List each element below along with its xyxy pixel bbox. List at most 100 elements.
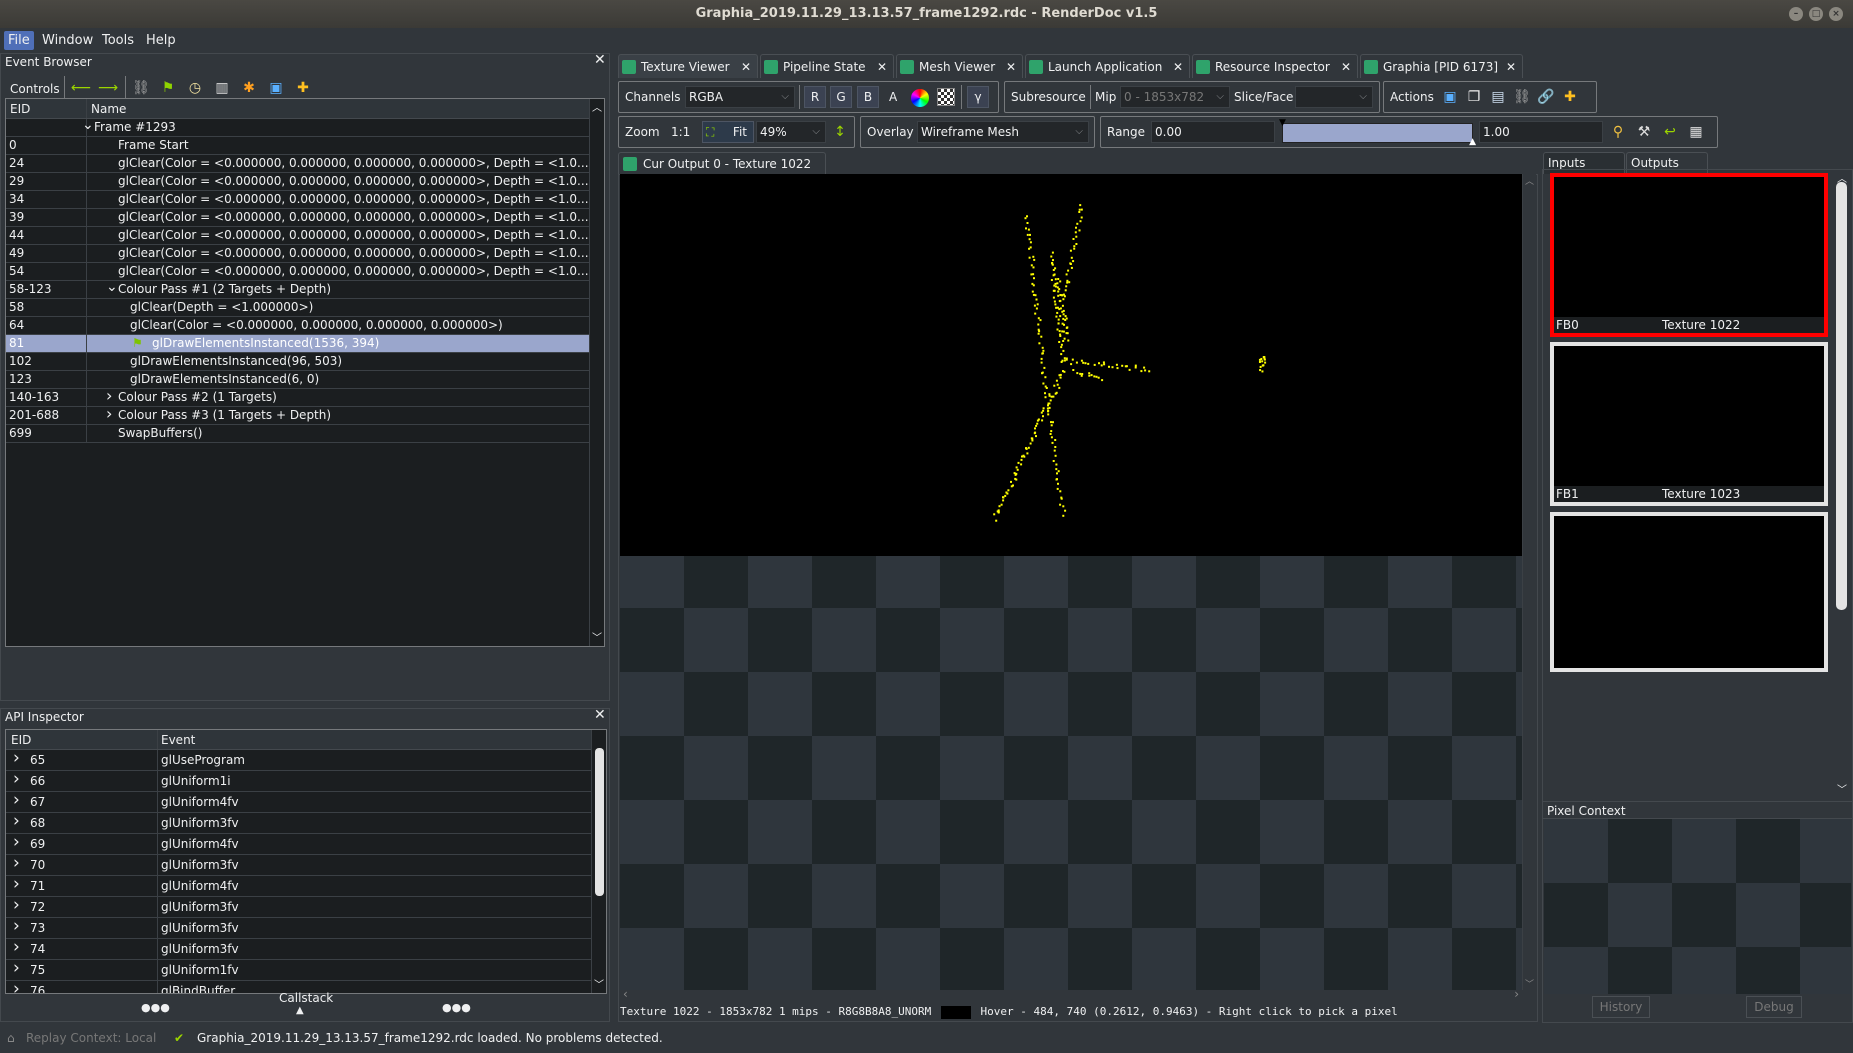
open-file-icon[interactable]: ▤: [1488, 86, 1508, 108]
zoom-range-icon[interactable]: ⚲: [1608, 121, 1628, 143]
close-tab-icon[interactable]: ✕: [1173, 55, 1183, 79]
api-row[interactable]: › 72 glUniform3fv: [6, 897, 591, 918]
zoom-select[interactable]: 49% ⌵: [756, 121, 826, 143]
tab-cur-output[interactable]: Cur Output 0 - Texture 1022: [618, 152, 826, 175]
close-tab-icon[interactable]: ✕: [1506, 55, 1516, 79]
tab-mesh-viewer[interactable]: Mesh Viewer ✕: [896, 54, 1023, 78]
expand-up-icon[interactable]: ▲: [296, 1005, 304, 1016]
auto-range-icon[interactable]: ⚒: [1634, 121, 1654, 143]
chevron-right-icon[interactable]: ›: [13, 960, 20, 978]
chevron-right-icon[interactable]: ›: [106, 407, 112, 422]
color-wheel-icon[interactable]: [911, 89, 929, 107]
green-channel-toggle[interactable]: G: [830, 86, 852, 108]
callstack-label[interactable]: Callstack: [279, 991, 333, 1005]
channels-select[interactable]: RGBA ⌵: [685, 86, 795, 108]
api-row[interactable]: › 66 glUniform1i: [6, 771, 591, 792]
event-row[interactable]: 39 glClear(Color = <0.000000, 0.000000, 0…: [6, 209, 589, 227]
scroll-left-icon[interactable]: ‹: [623, 987, 628, 1001]
reset-range-icon[interactable]: ↩: [1660, 121, 1680, 143]
api-row[interactable]: › 71 glUniform4fv: [6, 876, 591, 897]
event-row[interactable]: 24 glClear(Color = <0.000000, 0.000000, 0…: [6, 155, 589, 173]
event-row[interactable]: 699 SwapBuffers(): [6, 425, 589, 443]
api-row[interactable]: › 74 glUniform3fv: [6, 939, 591, 960]
scroll-down-icon[interactable]: ﹀: [592, 629, 602, 644]
scroll-right-icon[interactable]: ›: [1514, 987, 1519, 1001]
event-row[interactable]: 29 glClear(Color = <0.000000, 0.000000, 0…: [6, 173, 589, 191]
output-thumbnail[interactable]: FB0 Texture 1022: [1550, 173, 1828, 337]
scroll-down-icon[interactable]: ﹀: [1525, 977, 1534, 990]
chevron-right-icon[interactable]: ›: [13, 918, 20, 936]
scroll-up-icon[interactable]: ︿: [592, 99, 602, 114]
event-row[interactable]: 0 Frame Start: [6, 137, 589, 155]
event-row[interactable]: 58 glClear(Depth = <1.000000>): [6, 299, 589, 317]
range-max-handle[interactable]: ▲: [1469, 137, 1476, 147]
binoculars-icon[interactable]: ⛓: [1512, 86, 1532, 108]
slice-face-select[interactable]: ⌵: [1295, 86, 1373, 108]
histogram-icon[interactable]: ▦: [1686, 121, 1706, 143]
event-tree-scrollbar[interactable]: ︿ ﹀: [589, 99, 604, 646]
close-icon[interactable]: ✕: [594, 52, 606, 68]
blue-channel-toggle[interactable]: B: [857, 86, 879, 108]
column-eid[interactable]: EID: [11, 730, 31, 750]
tab-graphia-pid-6173[interactable]: Graphia [PID 6173] ✕: [1360, 54, 1523, 78]
history-button[interactable]: History: [1592, 996, 1650, 1018]
chevron-right-icon[interactable]: ›: [106, 389, 112, 404]
close-tab-icon[interactable]: ✕: [741, 55, 751, 79]
texture-canvas[interactable]: [620, 174, 1522, 990]
binoculars-icon[interactable]: ⛓: [131, 77, 151, 99]
column-event[interactable]: Event: [161, 730, 195, 750]
timer-icon[interactable]: ◷: [185, 77, 205, 99]
tab-pipeline-state[interactable]: Pipeline State ✕: [760, 54, 894, 78]
event-row[interactable]: 81 ⚑ glDrawElementsInstanced(1536, 394): [6, 335, 589, 353]
statistics-icon[interactable]: ▥: [212, 77, 232, 99]
event-row[interactable]: 123 glDrawElementsInstanced(6, 0): [6, 371, 589, 389]
menu-help[interactable]: Help: [142, 31, 180, 50]
event-row[interactable]: ⌄ Frame #1293: [6, 119, 589, 137]
viewer-hscroll[interactable]: ‹ ›: [620, 987, 1522, 1003]
maximize-button[interactable]: □: [1809, 7, 1823, 21]
event-row[interactable]: 34 glClear(Color = <0.000000, 0.000000, 0…: [6, 191, 589, 209]
range-min-input[interactable]: 0.00: [1151, 121, 1275, 143]
replay-context[interactable]: Replay Context: Local: [26, 1024, 156, 1053]
pixel-context-view[interactable]: [1544, 819, 1851, 994]
close-tab-icon[interactable]: ✕: [1341, 55, 1351, 79]
flip-vertical-icon[interactable]: ↕: [830, 121, 850, 143]
link-icon[interactable]: 🔗: [1536, 86, 1556, 108]
chevron-right-icon[interactable]: ›: [13, 771, 20, 789]
api-table-scrollbar[interactable]: ﹀: [591, 730, 606, 993]
chevron-right-icon[interactable]: ›: [13, 981, 20, 993]
checkerboard-icon[interactable]: [937, 88, 955, 106]
dots-right[interactable]: ●●●: [442, 1001, 471, 1014]
api-row[interactable]: › 65 glUseProgram: [6, 750, 591, 771]
scroll-down-icon[interactable]: ﹀: [1837, 781, 1847, 796]
copy-icon[interactable]: ❐: [1464, 86, 1484, 108]
api-row[interactable]: › 70 glUniform3fv: [6, 855, 591, 876]
mip-select[interactable]: 0 - 1853x782 ⌵: [1120, 86, 1230, 108]
scroll-down-icon[interactable]: ﹀: [594, 976, 604, 991]
range-slider[interactable]: ▼ ▲: [1279, 118, 1476, 147]
close-window-button[interactable]: ×: [1829, 7, 1843, 21]
tab-launch-application[interactable]: Launch Application ✕: [1025, 54, 1190, 78]
api-row[interactable]: › 67 glUniform4fv: [6, 792, 591, 813]
minimize-button[interactable]: –: [1789, 7, 1803, 21]
debug-button[interactable]: Debug: [1746, 996, 1802, 1018]
chevron-right-icon[interactable]: ›: [13, 855, 20, 873]
dots-left[interactable]: ●●●: [141, 1001, 170, 1014]
save-icon[interactable]: ▣: [266, 77, 286, 99]
event-row[interactable]: 58-123 ⌄ Colour Pass #1 (2 Targets + Depth…: [6, 281, 589, 299]
chevron-down-icon[interactable]: ⌄: [82, 119, 94, 134]
column-name[interactable]: Name: [91, 99, 126, 119]
api-row[interactable]: › 68 glUniform3fv: [6, 813, 591, 834]
close-icon[interactable]: ✕: [594, 707, 606, 723]
fit-button[interactable]: ⛶ Fit: [702, 121, 754, 143]
zoom-1to1-button[interactable]: 1:1: [671, 121, 690, 143]
overlay-select[interactable]: Wireframe Mesh ⌵: [917, 121, 1089, 143]
event-row[interactable]: 201-688 › Colour Pass #3 (1 Targets + Dept…: [6, 407, 589, 425]
alpha-channel-toggle[interactable]: A: [889, 86, 897, 108]
menu-window[interactable]: Window: [38, 31, 97, 50]
thumbnails-scrollbar[interactable]: ︿ ﹀: [1834, 172, 1850, 796]
viewer-vscroll[interactable]: ︿ ﹀: [1522, 174, 1536, 990]
scrollbar-thumb[interactable]: [1836, 182, 1847, 610]
output-thumbnail[interactable]: [1550, 512, 1828, 672]
puzzle-icon[interactable]: ✚: [293, 77, 313, 99]
